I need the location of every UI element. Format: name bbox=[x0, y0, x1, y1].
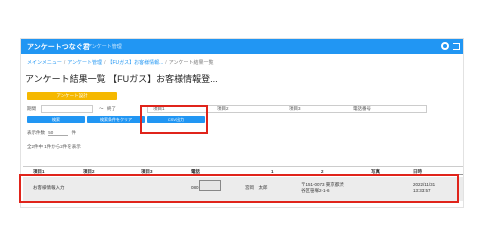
item3-label[interactable]: 項目3 bbox=[289, 106, 301, 112]
breadcrumb-item-menu[interactable]: メインメニュー bbox=[27, 60, 62, 66]
result-range-text: 全2件中 1件から2件を表示 bbox=[27, 144, 81, 149]
breadcrumb-separator: / bbox=[104, 60, 106, 66]
gear-icon[interactable] bbox=[441, 42, 449, 50]
app-title: アンケートつなぐ君 bbox=[27, 44, 90, 51]
breadcrumb-separator: / bbox=[165, 60, 167, 66]
search-button[interactable]: 検索 bbox=[27, 116, 85, 123]
survey-settings-button[interactable]: アンケート設計 bbox=[27, 92, 117, 100]
row-highlight-box bbox=[19, 174, 459, 203]
breadcrumb-current: アンケート結果一覧 bbox=[168, 60, 214, 66]
per-page-select[interactable]: 50 bbox=[48, 130, 69, 136]
breadcrumb-separator: / bbox=[63, 60, 66, 66]
logout-icon[interactable] bbox=[453, 43, 460, 50]
per-page-control: 表示件数 50 件 bbox=[27, 130, 76, 136]
breadcrumb-item-form[interactable]: 【FUガス】お客様情報... bbox=[107, 60, 163, 66]
phone-filter-label[interactable]: 電話番号 bbox=[353, 106, 371, 112]
per-page-unit: 件 bbox=[71, 130, 77, 135]
item2-label[interactable]: 項目2 bbox=[217, 106, 229, 112]
breadcrumb: メインメニュー / アンケート管理 / 【FUガス】お客様情報... / アンケート結果一覧 bbox=[27, 59, 214, 66]
app-subtitle: アンケート管理 bbox=[87, 44, 122, 50]
filter-row: 期間 〜 終了 項目1 項目2 項目3 電話番号 bbox=[27, 105, 427, 113]
date-start-input[interactable] bbox=[41, 105, 93, 113]
breadcrumb-item-survey[interactable]: アンケート管理 bbox=[67, 60, 102, 66]
page-title: アンケート結果一覧 【FUガス】お客様情報登... bbox=[25, 74, 218, 84]
top-bar: アンケートつなぐ君 アンケート管理 bbox=[21, 39, 463, 54]
csv-highlight-box bbox=[140, 105, 208, 134]
date-end-label: 終了 bbox=[107, 106, 116, 111]
per-page-label: 表示件数 bbox=[27, 130, 45, 135]
clear-button[interactable]: 検索条件をクリア bbox=[87, 116, 145, 123]
date-separator: 〜 bbox=[99, 106, 104, 111]
date-label: 期間 bbox=[27, 106, 36, 111]
